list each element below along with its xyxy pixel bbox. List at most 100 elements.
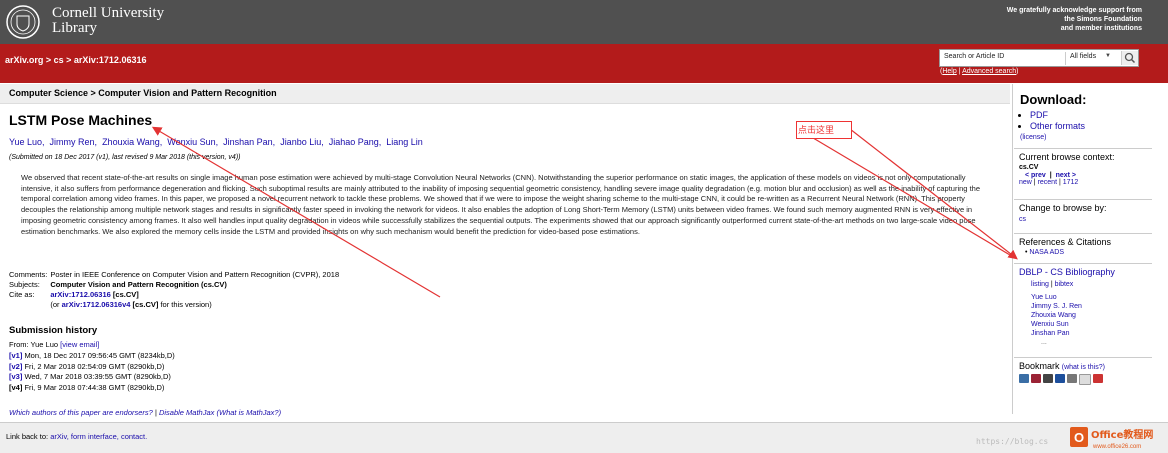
period-link[interactable]: 1712 bbox=[1063, 179, 1079, 186]
paren: ) bbox=[1016, 68, 1019, 75]
dblp-author-link[interactable]: Jimmy S. J. Ren bbox=[1031, 302, 1152, 311]
abstract: We observed that recent state-of-the-art… bbox=[21, 173, 980, 236]
history-from: From: Yue Luo [view email] bbox=[9, 340, 99, 349]
cite-id-link[interactable]: arXiv:1712.06316 bbox=[50, 290, 110, 299]
footer-prefix: Link back to: bbox=[6, 432, 49, 441]
recent-link[interactable]: recent bbox=[1038, 179, 1057, 186]
cite-tail: for this version) bbox=[160, 300, 212, 309]
watermark-brand-url: www.office26.com bbox=[1092, 444, 1141, 450]
references-box: References & Citations • NASA ADS bbox=[1014, 233, 1152, 256]
version-list: [v1] Mon, 18 Dec 2017 09:56:45 GMT (8234… bbox=[9, 351, 175, 393]
what-is-this-link[interactable]: (what is this?) bbox=[1062, 364, 1105, 371]
view-email-link[interactable]: [view email] bbox=[60, 340, 99, 349]
author-link[interactable]: Liang Lin bbox=[386, 137, 423, 147]
search-icon bbox=[1124, 52, 1136, 64]
version-item: [v1] Mon, 18 Dec 2017 09:56:45 GMT (8234… bbox=[9, 351, 175, 362]
breadcrumb-arxiv[interactable]: arXiv.org bbox=[5, 55, 43, 65]
bibsonomy-icon[interactable] bbox=[1019, 374, 1029, 383]
support-line3[interactable]: and member institutions bbox=[1007, 24, 1142, 33]
footer-contact-link[interactable]: contact. bbox=[121, 432, 147, 441]
version-item: [v2] Fri, 2 Mar 2018 02:54:09 GMT (8290k… bbox=[9, 362, 175, 373]
breadcrumb-sep: > bbox=[63, 55, 74, 65]
version-date: Fri, 9 Mar 2018 07:44:38 GMT (8290kb,D) bbox=[24, 382, 165, 392]
download-list: PDF Other formats bbox=[1020, 110, 1085, 132]
author-link[interactable]: Jiahao Pang, bbox=[329, 137, 382, 147]
from-label: From: Yue Luo bbox=[9, 340, 59, 349]
listing-link[interactable]: listing bbox=[1031, 281, 1049, 288]
browse-context-heading: Current browse context: bbox=[1019, 152, 1115, 162]
cite-v4-cat: [cs.CV] bbox=[132, 300, 159, 309]
download-heading: Download: bbox=[1020, 92, 1087, 107]
bibtex-link[interactable]: bibtex bbox=[1055, 281, 1074, 288]
mendeley-icon[interactable] bbox=[1031, 374, 1041, 383]
delicious-icon[interactable] bbox=[1055, 374, 1065, 383]
citeulike-icon[interactable] bbox=[1043, 374, 1053, 383]
dblp-heading-link[interactable]: DBLP - CS Bibliography bbox=[1019, 267, 1115, 277]
comments-value: Poster in IEEE Conference on Computer Vi… bbox=[50, 270, 340, 279]
watermark-brand: Office教程网 bbox=[1091, 428, 1153, 441]
subject-heading: Computer Science > Computer Vision and P… bbox=[9, 88, 277, 98]
subjects-row: Subjects: Computer Vision and Pattern Re… bbox=[9, 280, 342, 290]
version-link[interactable]: [v3] bbox=[9, 372, 22, 381]
footer-arxiv-link[interactable]: arXiv, bbox=[50, 432, 69, 441]
browse-context-value: cs.CV bbox=[1019, 164, 1039, 171]
author-link[interactable]: Jinshan Pan, bbox=[223, 137, 275, 147]
search-field-select[interactable]: All fields bbox=[1070, 53, 1096, 60]
submission-dates: (Submitted on 18 Dec 2017 (v1), last rev… bbox=[9, 154, 241, 161]
help-link[interactable]: Help bbox=[942, 68, 956, 75]
library-name[interactable]: Cornell University Library bbox=[52, 6, 164, 36]
dblp-author-link[interactable]: Zhouxia Wang bbox=[1031, 311, 1152, 320]
subjects-value: Computer Vision and Pattern Recognition … bbox=[50, 280, 227, 289]
sciencewise-icon[interactable] bbox=[1093, 374, 1103, 383]
cornell-seal-logo[interactable] bbox=[6, 5, 40, 39]
nasa-ads-link[interactable]: NASA ADS bbox=[1029, 249, 1064, 256]
support-line2[interactable]: the Simons Foundation bbox=[1007, 15, 1142, 24]
author-link[interactable]: Yue Luo, bbox=[9, 137, 45, 147]
author-link[interactable]: Wenxiu Sun, bbox=[167, 137, 218, 147]
breadcrumb-paper[interactable]: arXiv:1712.06316 bbox=[74, 55, 147, 65]
version-date: Fri, 2 Mar 2018 02:54:09 GMT (8290kb,D) bbox=[24, 361, 165, 371]
svg-text:O: O bbox=[1074, 430, 1084, 445]
references-heading: References & Citations bbox=[1019, 237, 1112, 247]
endorsers-link[interactable]: Which authors of this paper are endorser… bbox=[9, 408, 153, 417]
version-date: Mon, 18 Dec 2017 09:56:45 GMT (8234kb,D) bbox=[24, 351, 175, 360]
subjects-label: Subjects: bbox=[9, 280, 40, 289]
author-link[interactable]: Jimmy Ren, bbox=[50, 137, 98, 147]
browse-context-box: Current browse context: cs.CV < prev | n… bbox=[1014, 148, 1152, 186]
bookmark-heading: Bookmark bbox=[1019, 361, 1060, 371]
reddit-icon[interactable] bbox=[1079, 374, 1091, 385]
cite-value: arXiv:1712.06316 [cs.CV] (or arXiv:1712.… bbox=[50, 290, 342, 310]
bookmark-box: Bookmark (what is this?) bbox=[1014, 357, 1152, 385]
footer-form-link[interactable]: form interface, bbox=[71, 432, 119, 441]
next-link[interactable]: next > bbox=[1056, 172, 1076, 179]
search-input[interactable]: Search or Article ID bbox=[944, 53, 1004, 60]
disable-mathjax-link[interactable]: Disable MathJax bbox=[159, 408, 214, 417]
change-browse-box: Change to browse by: cs bbox=[1014, 199, 1152, 223]
dblp-author-link[interactable]: Jinshan Pan bbox=[1031, 329, 1152, 338]
version-item: [v4] Fri, 9 Mar 2018 07:44:38 GMT (8290k… bbox=[9, 383, 175, 394]
digg-icon[interactable] bbox=[1067, 374, 1077, 383]
license-link[interactable]: (license) bbox=[1020, 134, 1046, 141]
prev-link[interactable]: < prev bbox=[1025, 172, 1046, 179]
browse-cs-link[interactable]: cs bbox=[1019, 216, 1152, 223]
what-is-mathjax-link[interactable]: (What is MathJax?) bbox=[217, 408, 282, 417]
version-date: Wed, 7 Mar 2018 03:39:55 GMT (8290kb,D) bbox=[24, 372, 171, 381]
library-header: Cornell University Library We gratefully… bbox=[0, 0, 1168, 44]
search-button[interactable] bbox=[1121, 51, 1138, 65]
pdf-link[interactable]: PDF bbox=[1030, 110, 1048, 120]
dblp-author-link[interactable]: Wenxiu Sun bbox=[1031, 320, 1152, 329]
dblp-author-link[interactable]: Yue Luo bbox=[1031, 293, 1152, 302]
advanced-search-link[interactable]: Advanced search bbox=[962, 68, 1016, 75]
version-link[interactable]: [v1] bbox=[9, 351, 22, 360]
cite-v4-link[interactable]: arXiv:1712.06316v4 bbox=[62, 300, 131, 309]
version-link[interactable]: [v2] bbox=[9, 362, 22, 371]
chevron-down-icon[interactable]: ▼ bbox=[1105, 53, 1111, 59]
other-formats-link[interactable]: Other formats bbox=[1030, 121, 1085, 131]
new-link[interactable]: new bbox=[1019, 179, 1032, 186]
author-link[interactable]: Zhouxia Wang, bbox=[102, 137, 162, 147]
author-link[interactable]: Jianbo Liu, bbox=[280, 137, 324, 147]
breadcrumb-cs[interactable]: cs bbox=[54, 55, 64, 65]
footer-links: Link back to: arXiv, form interface, con… bbox=[6, 432, 147, 441]
watermark-url: https://blog.cs bbox=[976, 437, 1049, 446]
paper-title: LSTM Pose Machines bbox=[9, 112, 153, 128]
